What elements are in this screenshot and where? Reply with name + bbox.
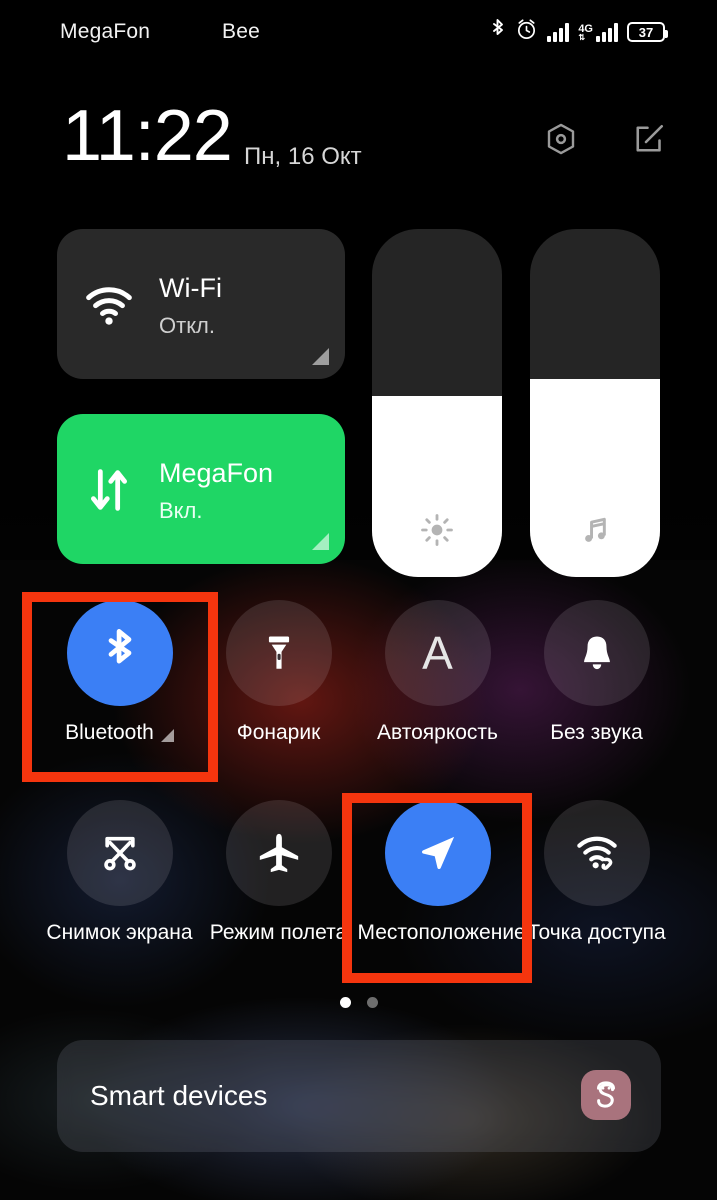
sim2-network-group: 4G ⇅: [578, 22, 618, 42]
settings-gear-icon[interactable]: [543, 121, 579, 157]
tile-expand-corner-icon[interactable]: [312, 348, 329, 365]
status-bar: MegaFon Bee 4G ⇅ 37: [0, 0, 717, 62]
airplane-icon[interactable]: [225, 800, 332, 906]
smart-devices-card[interactable]: Smart devices: [57, 1040, 661, 1152]
smart-devices-title: Smart devices: [90, 1080, 268, 1111]
smart-devices-app-icon[interactable]: [581, 1070, 631, 1120]
quick-toggle-screenshot[interactable]: Снимок экрана: [30, 800, 209, 946]
bell-icon[interactable]: [543, 600, 650, 706]
network-type-group: 4G ⇅: [578, 22, 593, 42]
battery-percent-label: 37: [638, 24, 654, 40]
page-dot-2[interactable]: [366, 997, 378, 1008]
network-type-label: 4G: [578, 22, 593, 35]
tile-title: MegaFon: [159, 458, 274, 488]
edit-pencil-icon[interactable]: [631, 121, 667, 157]
volume-slider[interactable]: [530, 229, 660, 577]
page-indicator: [0, 997, 717, 1008]
data-transfer-arrows-icon: [83, 464, 135, 516]
auto-brightness-a-icon[interactable]: A: [384, 600, 491, 706]
quick-toggle-auto-brightness[interactable]: A Автояркость: [348, 600, 527, 746]
wifi-icon: [83, 279, 135, 331]
page-dot-1[interactable]: [339, 997, 351, 1008]
annotation-box-location: [342, 793, 532, 983]
quick-toggle-label: Режим полета: [209, 921, 348, 944]
volume-slider-fill: [530, 378, 660, 577]
brightness-slider-fill: [372, 396, 502, 577]
signal-bars-icon-sim2: [596, 22, 618, 42]
music-note-icon: [530, 515, 660, 547]
screenshot-scissors-icon[interactable]: [66, 800, 173, 906]
quick-tile-mobile-data[interactable]: MegaFon Вкл.: [57, 414, 345, 564]
signal-bars-icon: [547, 22, 570, 42]
quick-toggle-silent[interactable]: Без звука: [507, 600, 686, 746]
tile-title: Wi-Fi: [159, 273, 222, 303]
status-bar-icons: 4G ⇅ 37: [490, 18, 668, 47]
quick-toggle-label: Снимок экрана: [46, 921, 193, 944]
clock-date: Пн, 16 Окт: [244, 143, 362, 170]
bluetooth-icon: [490, 18, 506, 47]
clock-time: 11:22: [62, 96, 233, 176]
tile-expand-corner-icon[interactable]: [312, 533, 329, 550]
quick-toggle-label: Без звука: [550, 721, 643, 744]
quick-toggle-label: Автояркость: [377, 721, 498, 744]
quick-toggle-label: Фонарик: [236, 721, 321, 744]
annotation-box-bluetooth: [22, 592, 218, 782]
quick-tile-wifi[interactable]: Wi-Fi Откл.: [57, 229, 345, 379]
carrier-label-sim1: MegaFon: [60, 20, 151, 43]
battery-icon: 37: [627, 22, 668, 42]
quick-toggle-hotspot[interactable]: Точка доступа: [507, 800, 686, 946]
quick-toggle-label: Точка доступа: [527, 921, 666, 944]
tile-status: Вкл.: [159, 498, 203, 523]
alarm-clock-icon: [515, 18, 538, 46]
header-action-icons: [543, 121, 667, 157]
panel-header: 11:22 Пн, 16 Окт: [0, 95, 717, 195]
flashlight-icon[interactable]: [225, 600, 332, 706]
data-arrows-icon: ⇅: [578, 32, 585, 42]
hotspot-icon[interactable]: [543, 800, 650, 906]
tile-status: Откл.: [159, 313, 216, 338]
carrier-label-sim2: Bee: [222, 20, 260, 43]
brightness-slider[interactable]: [372, 229, 502, 577]
brightness-sun-icon: [372, 513, 502, 547]
